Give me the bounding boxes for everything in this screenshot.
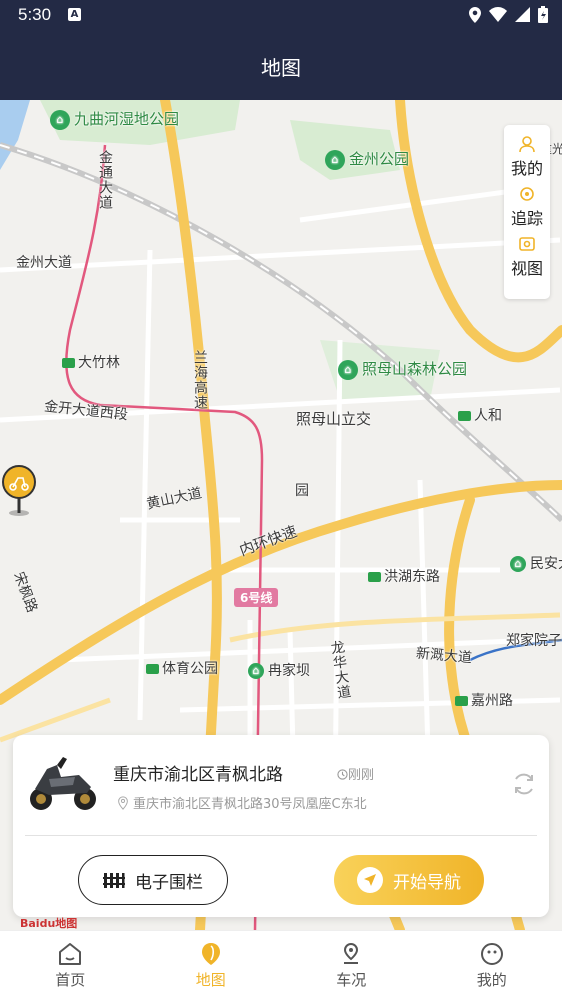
person-icon bbox=[519, 136, 535, 153]
map-label-jiazhou: 嘉州路 bbox=[455, 690, 513, 710]
side-item-track[interactable]: 追踪 bbox=[504, 175, 550, 228]
map-label-jinzhou-park: ⌂ 金州公园 bbox=[325, 148, 409, 170]
page-title: 地图 bbox=[261, 56, 301, 80]
navigation-arrow-icon bbox=[357, 867, 383, 893]
map-label-zhaomushan-park: ⌂ 照母山森林公园 bbox=[338, 358, 467, 380]
view-icon bbox=[519, 237, 535, 251]
tab-home[interactable]: 首页 bbox=[0, 931, 141, 1000]
header: 地图 bbox=[0, 30, 562, 100]
tab-map[interactable]: 地图 bbox=[141, 931, 282, 1000]
motorcycle-image bbox=[30, 757, 96, 810]
metro-icon bbox=[455, 696, 468, 706]
status-icons bbox=[469, 6, 548, 23]
location-pin-icon bbox=[118, 796, 128, 810]
map-label-minan: ⌂民安大 bbox=[510, 553, 562, 573]
map-label-yuan: 园 bbox=[295, 483, 309, 499]
vehicle-location-marker[interactable] bbox=[0, 465, 38, 517]
tab-vehicle-status[interactable]: 车况 bbox=[281, 931, 422, 1000]
tab-profile[interactable]: 我的 bbox=[422, 931, 562, 1000]
map-label-jintong: 金通大道 bbox=[97, 150, 113, 210]
park-icon: ⌂ bbox=[510, 556, 526, 572]
bottom-tab-bar: 首页 地图 车况 我的 bbox=[0, 930, 562, 1000]
battery-icon bbox=[538, 6, 548, 23]
baidu-map-logo: Baidu地图 bbox=[20, 917, 78, 930]
fence-icon bbox=[103, 873, 125, 888]
location-icon bbox=[469, 6, 481, 23]
map-label-jinzhou-ave: 金州大道 bbox=[16, 255, 72, 271]
park-icon: ⌂ bbox=[325, 149, 345, 170]
map-label-ranjiaba: ⌂ 冉家坝 bbox=[248, 660, 310, 680]
map-label-dazhulin: 大竹林 bbox=[62, 352, 120, 372]
side-item-view[interactable]: 视图 bbox=[504, 225, 550, 278]
map-label-jiuqu: ⌂ 九曲河湿地公园 bbox=[50, 108, 179, 130]
vehicle-status-icon bbox=[344, 942, 359, 964]
park-icon: ⌂ bbox=[338, 359, 358, 380]
map-label-renhe: 人和 bbox=[458, 405, 502, 425]
map-label-zhengjia: 郑家院子 bbox=[506, 633, 562, 649]
side-item-mine[interactable]: 我的 bbox=[504, 125, 550, 178]
map-pin-icon bbox=[201, 943, 220, 965]
metro-icon bbox=[368, 572, 381, 582]
track-icon bbox=[520, 187, 534, 201]
update-time: 刚刚 bbox=[337, 764, 374, 783]
signal-icon bbox=[515, 7, 530, 22]
map-label-lanhai: 兰海高速 bbox=[192, 350, 208, 410]
refresh-icon[interactable] bbox=[511, 771, 537, 797]
park-icon: ⌂ bbox=[248, 663, 264, 679]
metro-icon bbox=[62, 358, 75, 368]
map-label-tiyu: 体育公园 bbox=[146, 658, 218, 678]
profile-icon bbox=[480, 943, 503, 965]
map-label-honghu: 洪湖东路 bbox=[368, 566, 440, 586]
metro-icon bbox=[146, 664, 159, 674]
map-label-zhaomushan-jct: 照母山立交 bbox=[296, 410, 372, 428]
wifi-icon bbox=[489, 7, 507, 22]
notification-a-icon: A bbox=[68, 8, 81, 21]
clock-icon bbox=[337, 769, 348, 780]
address-main: 重庆市渝北区青枫北路 bbox=[113, 765, 283, 785]
status-time: 5:30 bbox=[18, 5, 52, 24]
metro-line-badge: 6号线 bbox=[234, 588, 279, 607]
vehicle-info-card: 重庆市渝北区青枫北路 刚刚 重庆市渝北区青枫北路30号凤凰座C东北 电子围栏 开… bbox=[13, 735, 549, 917]
status-bar: 5:30 A bbox=[0, 0, 562, 30]
park-icon: ⌂ bbox=[50, 109, 70, 130]
metro-icon bbox=[458, 411, 471, 421]
home-icon bbox=[59, 943, 82, 965]
start-navigation-button[interactable]: 开始导航 bbox=[334, 855, 484, 905]
address-detail: 重庆市渝北区青枫北路30号凤凰座C东北 bbox=[117, 793, 367, 812]
card-divider bbox=[25, 835, 537, 836]
electronic-fence-button[interactable]: 电子围栏 bbox=[78, 855, 228, 905]
map-side-panel: 我的 追踪 视图 bbox=[504, 125, 550, 299]
